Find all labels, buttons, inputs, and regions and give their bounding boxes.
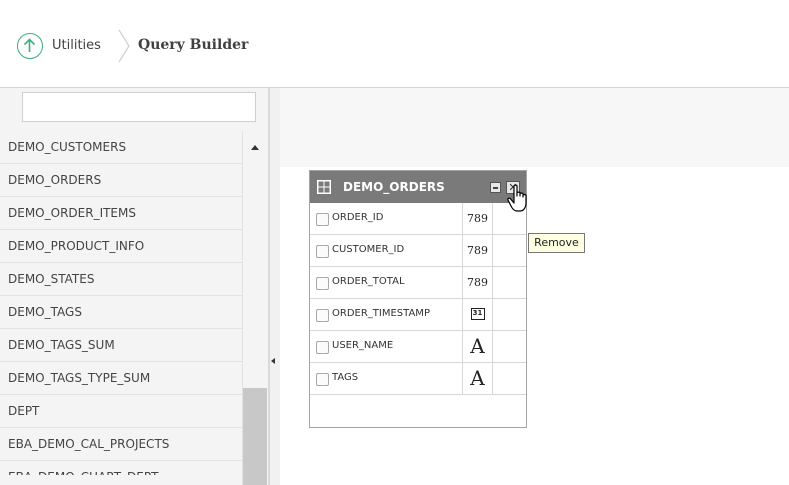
object-list: DEMO_CUSTOMERS DEMO_ORDERS DEMO_ORDER_IT…	[0, 131, 242, 475]
breadcrumb-utilities[interactable]: Utilities	[52, 38, 101, 53]
object-sidebar: DEMO_CUSTOMERS DEMO_ORDERS DEMO_ORDER_IT…	[0, 88, 269, 485]
scroll-up-icon[interactable]	[251, 145, 259, 150]
string-type-icon: A	[462, 363, 493, 394]
top-bar: Utilities Query Builder	[0, 0, 789, 88]
calendar-icon: 31	[470, 308, 485, 320]
list-item[interactable]: DEPT	[0, 395, 242, 428]
up-arrow-icon[interactable]	[17, 33, 43, 59]
hand-cursor-icon	[507, 184, 527, 212]
table-row: ORDER_TIMESTAMP 31	[310, 299, 526, 331]
column-name: ORDER_TIMESTAMP	[332, 308, 430, 319]
list-item[interactable]: DEMO_STATES	[0, 263, 242, 296]
column-checkbox[interactable]	[316, 245, 329, 258]
table-row: ORDER_TOTAL 789	[310, 267, 526, 299]
query-table-demo-orders[interactable]: DEMO_ORDERS ✕ ORDER_ID 789 CUSTOMER_ID 7…	[309, 170, 527, 428]
canvas-header	[280, 88, 789, 167]
list-item[interactable]: EBA_DEMO_CHART_DEPT	[0, 461, 242, 475]
table-grid-icon	[317, 180, 331, 194]
column-name: USER_NAME	[332, 340, 394, 351]
date-type-cell: 31	[462, 299, 493, 330]
table-row: CUSTOMER_ID 789	[310, 235, 526, 267]
table-row: USER_NAME A	[310, 331, 526, 363]
column-name: CUSTOMER_ID	[332, 244, 405, 255]
table-row: TAGS A	[310, 363, 526, 395]
table-row: ORDER_ID 789	[310, 203, 526, 235]
list-item[interactable]: DEMO_PRODUCT_INFO	[0, 230, 242, 263]
number-type-icon: 789	[462, 267, 493, 298]
column-name: ORDER_TOTAL	[332, 276, 405, 287]
breadcrumb-separator-icon	[118, 29, 130, 63]
column-checkbox[interactable]	[316, 309, 329, 322]
string-type-icon: A	[462, 331, 493, 362]
column-name: ORDER_ID	[332, 212, 384, 223]
remove-tooltip: Remove	[528, 233, 585, 253]
list-item[interactable]: DEMO_TAGS_SUM	[0, 329, 242, 362]
list-item[interactable]: DEMO_TAGS_TYPE_SUM	[0, 362, 242, 395]
column-name: TAGS	[332, 372, 359, 383]
list-item[interactable]: DEMO_ORDERS	[0, 164, 242, 197]
search-input[interactable]	[22, 92, 256, 122]
column-checkbox[interactable]	[316, 277, 329, 290]
list-item[interactable]: DEMO_TAGS	[0, 296, 242, 329]
page-title: Query Builder	[138, 37, 249, 53]
table-header[interactable]: DEMO_ORDERS ✕	[310, 171, 526, 203]
table-title: DEMO_ORDERS	[343, 180, 445, 194]
column-checkbox[interactable]	[316, 341, 329, 354]
collapse-left-icon[interactable]	[271, 358, 275, 364]
list-item[interactable]: DEMO_ORDER_ITEMS	[0, 197, 242, 230]
number-type-icon: 789	[462, 235, 493, 266]
column-checkbox[interactable]	[316, 213, 329, 226]
list-item[interactable]: DEMO_CUSTOMERS	[0, 131, 242, 164]
number-type-icon: 789	[462, 203, 493, 234]
column-checkbox[interactable]	[316, 373, 329, 386]
list-item[interactable]: EBA_DEMO_CAL_PROJECTS	[0, 428, 242, 461]
minimize-button[interactable]	[490, 182, 501, 193]
scrollbar-thumb[interactable]	[243, 388, 267, 485]
